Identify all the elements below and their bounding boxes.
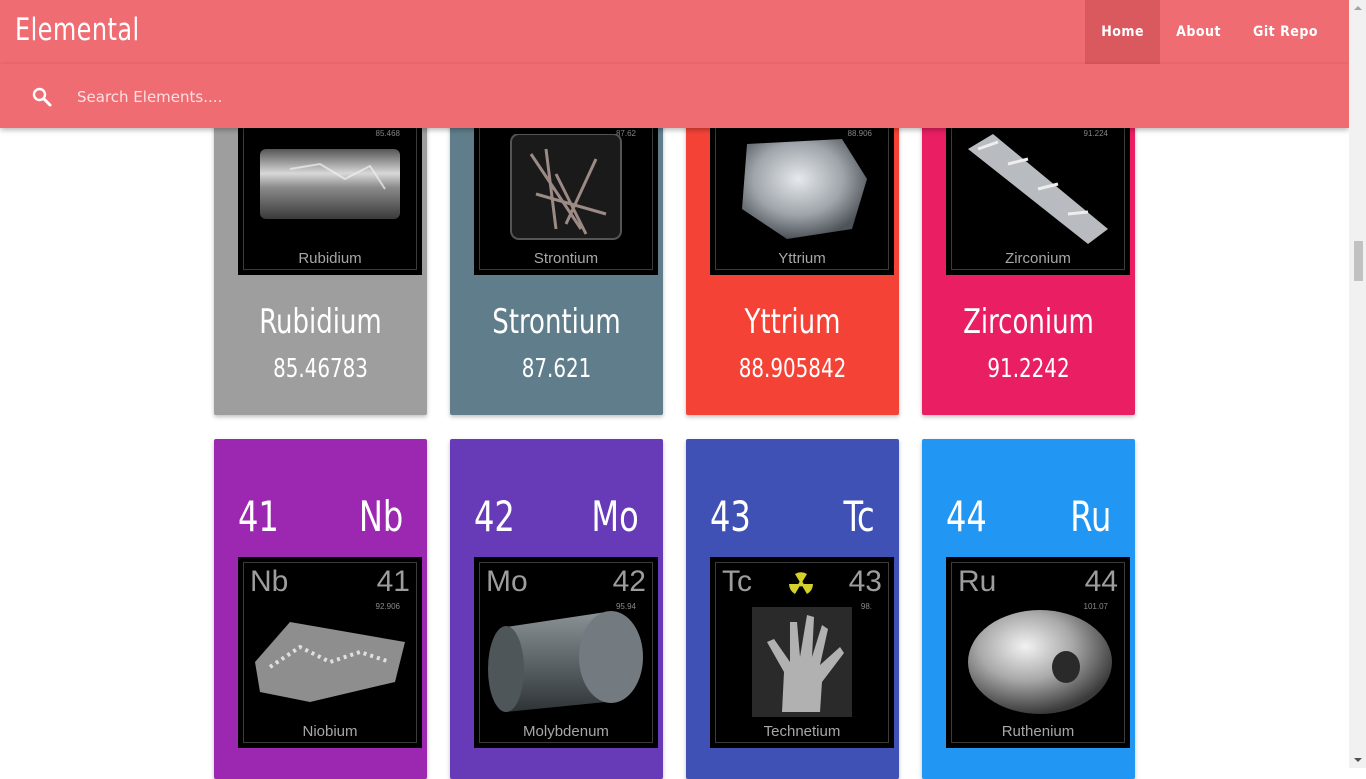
element-symbol: Mo — [591, 492, 639, 541]
nav-git-repo-link[interactable]: Git Repo — [1237, 0, 1349, 64]
element-name: Rubidium — [259, 302, 382, 342]
scroll-down-arrow-icon[interactable] — [1349, 751, 1366, 768]
tile-element-name: Molybdenum — [523, 723, 609, 740]
element-atomic-mass: 87.621 — [521, 354, 592, 384]
scroll-up-arrow-icon[interactable] — [1349, 0, 1366, 17]
top-navbar: Elemental Home About Git Repo — [0, 0, 1349, 65]
atomic-number: 42 — [474, 492, 515, 541]
tile-symbol: Ru — [958, 565, 997, 598]
element-card-niobium[interactable]: 41 Nb Nb 41 92.906 Niobium — [214, 439, 427, 779]
ruthenium-sample-image — [968, 610, 1112, 714]
atomic-number: 43 — [710, 492, 751, 541]
element-image-tile: Tc 43 98. Technetium — [710, 557, 894, 748]
tile-element-name: Ruthenium — [1001, 723, 1075, 740]
element-atomic-mass: 85.46783 — [273, 354, 368, 384]
element-card-molybdenum[interactable]: 42 Mo Mo 42 95.94 Molybdenum — [450, 439, 663, 779]
tile-number: 41 — [376, 565, 410, 598]
element-symbol: Tc — [843, 492, 875, 541]
tile-symbol: Mo — [486, 565, 528, 598]
element-name: Zirconium — [963, 302, 1094, 342]
page-scrollbar[interactable] — [1349, 0, 1366, 768]
element-card-ruthenium[interactable]: 44 Ru Ru 44 101.07 Ruthenium — [922, 439, 1135, 779]
strontium-sample-image — [510, 134, 622, 240]
technetium-sample-image — [752, 607, 852, 717]
element-atomic-mass: 91.2242 — [987, 354, 1070, 384]
element-image-tile: Ru 44 101.07 Ruthenium — [946, 557, 1130, 748]
search-bar — [0, 64, 1349, 128]
molybdenum-sample-image — [488, 611, 643, 712]
element-atomic-mass: 88.905842 — [738, 354, 847, 384]
element-name: Strontium — [492, 302, 621, 342]
atomic-number: 41 — [238, 492, 279, 541]
yttrium-sample-image — [742, 139, 867, 239]
element-image-tile: Mo 42 95.94 Molybdenum — [474, 557, 658, 748]
niobium-sample-image — [255, 622, 405, 702]
search-icon[interactable] — [30, 85, 54, 109]
rubidium-sample-image — [260, 149, 400, 219]
zirconium-sample-image — [968, 134, 1108, 244]
tile-element-name: Yttrium — [778, 250, 826, 267]
element-image-tile: Nb 41 92.906 Niobium — [238, 557, 422, 748]
tile-element-name: Technetium — [763, 723, 841, 740]
tile-number: 42 — [612, 565, 646, 598]
radioactive-icon — [789, 572, 813, 594]
tile-symbol: Tc — [722, 565, 752, 598]
nav-about-link[interactable]: About — [1160, 0, 1237, 64]
brand-logo[interactable]: Elemental — [15, 12, 140, 48]
element-symbol: Nb — [358, 492, 403, 541]
search-input[interactable] — [75, 82, 979, 112]
tile-element-name: Zirconium — [1005, 250, 1071, 267]
tile-element-name: Rubidium — [298, 250, 362, 267]
element-name: Yttrium — [744, 302, 841, 342]
tile-number: 43 — [848, 565, 882, 598]
nav-home-link[interactable]: Home — [1085, 0, 1161, 64]
element-symbol: Ru — [1069, 492, 1111, 541]
element-card-technetium[interactable]: 43 Tc Tc 43 98. Technetium — [686, 439, 899, 779]
tile-element-name: Niobium — [302, 723, 358, 740]
atomic-number: 44 — [946, 492, 987, 541]
tile-number: 44 — [1084, 565, 1118, 598]
scrollbar-thumb[interactable] — [1354, 241, 1363, 281]
nav-links: Home About Git Repo — [1085, 0, 1349, 64]
tile-element-name: Strontium — [533, 250, 599, 267]
tile-symbol: Nb — [250, 565, 289, 598]
